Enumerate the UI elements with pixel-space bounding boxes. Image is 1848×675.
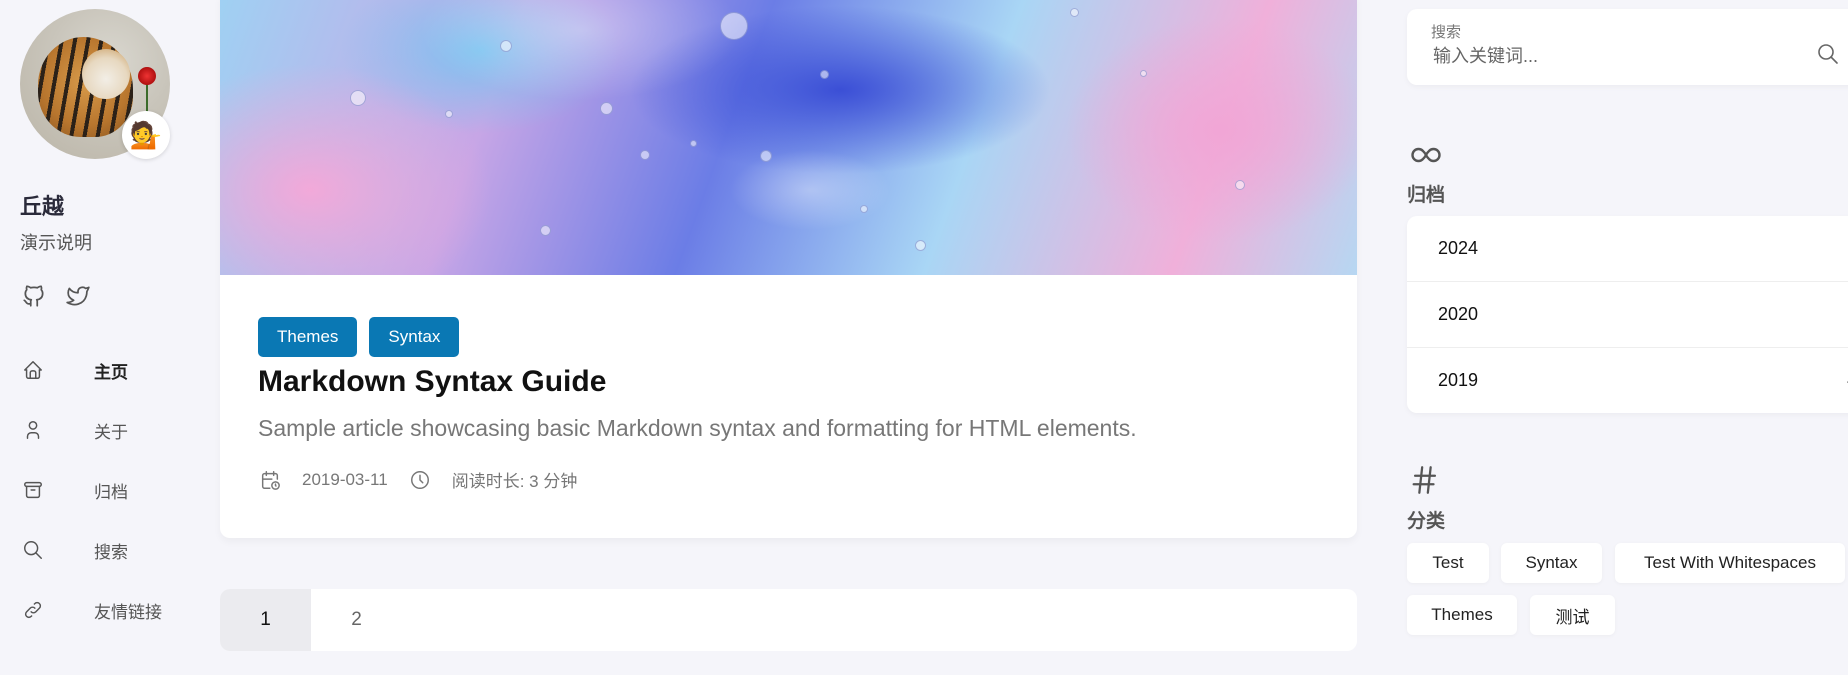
tag-syntax[interactable]: Syntax <box>369 317 460 357</box>
category-test-cn[interactable]: 测试 <box>1530 595 1615 635</box>
page-1[interactable]: 1 <box>220 589 311 651</box>
article-description: Sample article showcasing basic Markdown… <box>258 415 1137 441</box>
social-links <box>20 282 92 310</box>
archive-year: 2019 <box>1438 370 1479 390</box>
nav-label-archives: 归档 <box>94 482 128 502</box>
nav-item-links[interactable]: 友情链接 <box>20 580 162 640</box>
search-icon <box>1818 44 1838 64</box>
article-meta: 2019-03-11 阅读时长: 3 分钟 <box>258 467 577 492</box>
article-card[interactable]: Themes Syntax Markdown Syntax Guide Samp… <box>220 0 1357 538</box>
infinity-icon <box>1408 135 1448 175</box>
archive-year: 2020 <box>1438 304 1479 324</box>
left-sidebar: 💁 丘越 演示说明 主页 关于 归档 搜索 友情链接 <box>0 0 200 675</box>
search-label: 搜索 <box>1431 24 1462 41</box>
pagination: 1 2 <box>220 589 1357 651</box>
avatar-emoji: 💁 <box>122 111 170 159</box>
page-2[interactable]: 2 <box>311 589 402 651</box>
user-icon <box>20 417 46 443</box>
search-input[interactable] <box>1431 45 1805 68</box>
tag-themes[interactable]: Themes <box>258 317 358 357</box>
link-icon <box>20 597 46 623</box>
nav-label-search: 搜索 <box>94 542 128 562</box>
calendar-icon <box>258 468 282 492</box>
archive-row-2024[interactable]: 2024 1 <box>1407 216 1848 282</box>
archive-year: 2024 <box>1438 238 1479 258</box>
category-test-with-whitespaces[interactable]: Test With Whitespaces <box>1615 543 1845 583</box>
article-title[interactable]: Markdown Syntax Guide <box>258 365 606 399</box>
nav-item-about[interactable]: 关于 <box>20 400 162 460</box>
search-icon <box>20 537 46 563</box>
github-icon[interactable] <box>20 282 48 310</box>
category-test[interactable]: Test <box>1407 543 1489 583</box>
clock-icon <box>408 468 432 492</box>
hash-icon <box>1408 460 1448 500</box>
article-hero-image[interactable] <box>220 0 1357 275</box>
article-reading-time: 阅读时长: 3 分钟 <box>451 472 578 491</box>
categories-title: 分类 <box>1407 511 1446 532</box>
category-themes[interactable]: Themes <box>1407 595 1517 635</box>
category-syntax[interactable]: Syntax <box>1501 543 1602 583</box>
archive-row-2020[interactable]: 2020 1 <box>1407 282 1848 348</box>
nav-item-search[interactable]: 搜索 <box>20 520 162 580</box>
site-name[interactable]: 丘越 <box>20 189 64 221</box>
archives-title: 归档 <box>1407 185 1446 206</box>
article-date: 2019-03-11 <box>302 469 388 489</box>
article-tags: Themes Syntax <box>258 317 460 357</box>
search-button[interactable] <box>1815 41 1841 67</box>
main-nav: 主页 关于 归档 搜索 友情链接 <box>20 340 162 640</box>
archive-icon <box>20 477 46 503</box>
search-widget: 搜索 <box>1407 9 1848 85</box>
nav-item-archives[interactable]: 归档 <box>20 460 162 520</box>
home-icon <box>20 357 46 383</box>
site-description: 演示说明 <box>20 233 92 253</box>
nav-item-home[interactable]: 主页 <box>20 340 162 400</box>
nav-label-about: 关于 <box>94 422 128 442</box>
avatar-wrap: 💁 <box>20 9 170 159</box>
nav-label-links: 友情链接 <box>94 602 162 622</box>
nav-label-home: 主页 <box>94 362 128 382</box>
twitter-icon[interactable] <box>64 282 92 310</box>
archive-row-2019[interactable]: 2019 4 <box>1407 348 1848 413</box>
archives-list: 2024 1 2020 1 2019 4 <box>1407 216 1848 413</box>
